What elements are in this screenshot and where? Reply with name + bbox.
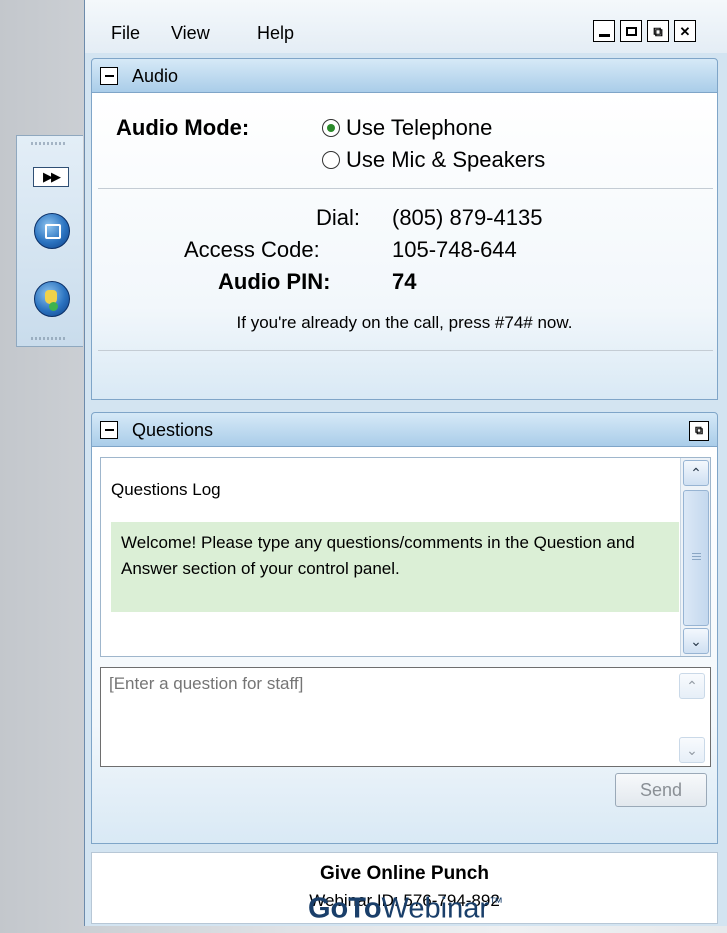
questions-log-scrollbar[interactable]: ⌃ ⌄ [680, 458, 710, 656]
audio-panel-body: Audio Mode: Use Telephone Use Mic & Spea… [91, 93, 718, 400]
questions-panel: Questions ⧉ Questions Log Welcome! Pleas… [91, 412, 718, 844]
control-panel-window: File View Help ⧉ ✕ Audio Audio Mode: Use… [84, 0, 727, 926]
popout-icon: ⧉ [653, 23, 663, 39]
chevron-up-icon: ⌃ [690, 464, 702, 481]
audio-panel: Audio Audio Mode: Use Telephone Use Mic … [91, 58, 718, 400]
dial-label: Dial: [316, 205, 361, 230]
logo-webinar: Webinar [381, 892, 490, 925]
scroll-down-button[interactable]: ⌄ [679, 737, 705, 763]
audio-collapse-button[interactable] [100, 67, 118, 85]
gotowebinar-logo: GoToWebinar™ [84, 878, 727, 926]
questions-log-title: Questions Log [111, 480, 221, 499]
logo-goto: GoTo [307, 892, 382, 925]
maximize-icon [625, 26, 637, 36]
close-icon: ✕ [679, 23, 691, 39]
expand-button[interactable]: ▶▶ [33, 167, 69, 187]
grip-handle-bottom[interactable] [31, 337, 67, 340]
questions-panel-body: Questions Log Welcome! Please type any q… [91, 447, 718, 844]
close-button[interactable]: ✕ [674, 20, 696, 42]
minimize-button[interactable] [593, 20, 615, 42]
menu-file[interactable]: File [111, 23, 140, 44]
scroll-down-button[interactable]: ⌄ [683, 628, 709, 654]
radio-use-mic-speakers[interactable]: Use Mic & Speakers [322, 147, 545, 173]
audio-mode-label: Audio Mode: [116, 115, 250, 140]
divider [98, 350, 713, 351]
menu-help[interactable]: Help [257, 23, 294, 44]
audio-panel-header: Audio [91, 58, 718, 93]
questions-log[interactable]: Questions Log Welcome! Please type any q… [100, 457, 711, 657]
grip-handle-top[interactable] [31, 142, 67, 145]
dial-value: (805) 879-4135 [392, 205, 543, 230]
minimize-icon [598, 33, 610, 37]
scroll-up-button[interactable]: ⌃ [679, 673, 705, 699]
welcome-message: Welcome! Please type any questions/comme… [111, 522, 679, 612]
chevron-down-icon: ⌄ [686, 741, 698, 758]
access-code-value: 105-748-644 [392, 237, 517, 262]
chevron-down-icon: ⌄ [690, 632, 702, 649]
access-code-label: Access Code: [184, 237, 320, 262]
question-input-scrollbar[interactable]: ⌃ ⌄ [677, 669, 707, 765]
radio-selected-icon [322, 119, 340, 137]
scroll-thumb[interactable] [683, 490, 709, 626]
radio-label-mic-speakers: Use Mic & Speakers [346, 147, 546, 172]
radio-use-telephone[interactable]: Use Telephone [322, 115, 492, 141]
scroll-up-button[interactable]: ⌃ [683, 460, 709, 486]
divider [98, 188, 713, 189]
menu-view[interactable]: View [171, 23, 210, 44]
question-input[interactable] [100, 667, 711, 767]
audio-pin-label: Audio PIN: [218, 269, 331, 294]
questions-panel-header: Questions ⧉ [91, 412, 718, 447]
send-button[interactable]: Send [615, 773, 707, 807]
raise-hand-icon[interactable] [34, 281, 70, 317]
screen-icon[interactable] [34, 213, 70, 249]
questions-panel-title: Questions [132, 420, 214, 440]
logo-tm: ™ [489, 894, 504, 910]
questions-collapse-button[interactable] [100, 421, 118, 439]
questions-popout-button[interactable]: ⧉ [689, 421, 709, 441]
popout-button[interactable]: ⧉ [647, 20, 669, 42]
audio-note: If you're already on the call, press #74… [236, 313, 573, 332]
menu-bar: File View Help ⧉ ✕ [85, 0, 727, 53]
popout-icon: ⧉ [695, 424, 703, 437]
chevron-up-icon: ⌃ [686, 677, 698, 694]
audio-pin-value: 74 [392, 269, 417, 294]
audio-panel-title: Audio [132, 66, 179, 86]
radio-unselected-icon [322, 151, 340, 169]
maximize-button[interactable] [620, 20, 642, 42]
radio-label-telephone: Use Telephone [346, 115, 493, 140]
grab-tab[interactable]: ▶▶ [16, 135, 83, 347]
fast-forward-icon: ▶▶ [43, 169, 61, 184]
